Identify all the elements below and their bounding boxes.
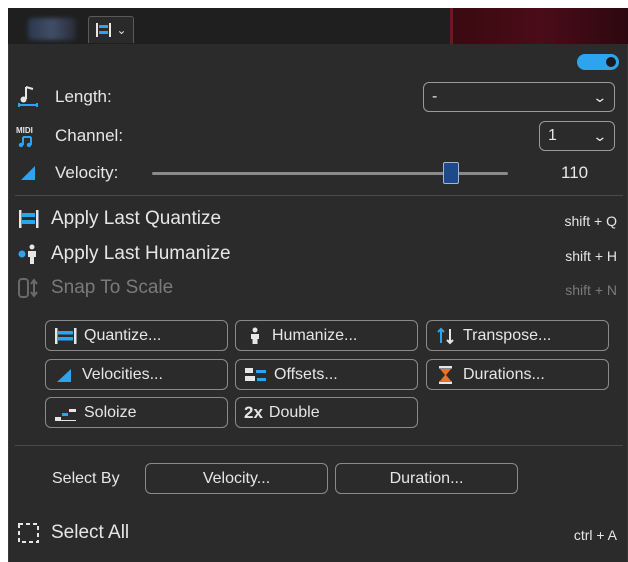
channel-select[interactable]: 1 ⌄ bbox=[539, 121, 615, 151]
command-label: Apply Last Humanize bbox=[51, 243, 231, 264]
button-label: Velocities... bbox=[82, 365, 163, 383]
velocity-slider-thumb[interactable] bbox=[443, 162, 460, 184]
chevron-down-icon: ⌄ bbox=[592, 127, 608, 144]
velocity-value: 110 bbox=[561, 163, 589, 182]
divider bbox=[15, 195, 623, 196]
quantize-button[interactable]: Quantize... bbox=[45, 320, 228, 351]
length-row: Length: bbox=[15, 84, 112, 110]
channel-row: MIDI Channel: bbox=[15, 123, 123, 149]
velocity-icon bbox=[15, 160, 41, 186]
button-label: Duration... bbox=[389, 469, 464, 487]
humanize-icon bbox=[251, 327, 259, 344]
durations-button[interactable]: Durations... bbox=[426, 359, 609, 390]
double-icon: 2x bbox=[244, 402, 263, 422]
button-label: Double bbox=[268, 403, 320, 421]
toolbar-blurred-icon bbox=[28, 18, 76, 40]
button-label: Humanize... bbox=[272, 326, 358, 344]
channel-value: 1 bbox=[548, 127, 557, 144]
command-label: Apply Last Quantize bbox=[51, 208, 222, 229]
velocity-label: Velocity: bbox=[55, 163, 119, 182]
background-region bbox=[450, 8, 628, 46]
divider bbox=[15, 445, 623, 446]
midi-edit-panel: Length: - ⌄ MIDI Channel: 1 ⌄ Velocity: … bbox=[8, 44, 628, 562]
snap-to-scale-item[interactable]: Snap To Scale bbox=[17, 277, 173, 299]
shortcut-text: ctrl + A bbox=[573, 527, 617, 543]
humanize-button[interactable]: Humanize... bbox=[235, 320, 418, 351]
offsets-button[interactable]: Offsets... bbox=[235, 359, 418, 390]
quantize-icon bbox=[96, 23, 112, 37]
offsets-icon bbox=[245, 367, 266, 381]
length-value: - bbox=[432, 88, 438, 105]
transpose-button[interactable]: Transpose... bbox=[426, 320, 609, 351]
select-by-duration-button[interactable]: Duration... bbox=[335, 463, 518, 494]
button-label: Velocity... bbox=[202, 469, 271, 487]
shortcut-text: shift + Q bbox=[564, 213, 617, 229]
transpose-icon bbox=[437, 327, 454, 344]
svg-text:MIDI: MIDI bbox=[16, 126, 33, 135]
velocity-row: Velocity: bbox=[15, 160, 118, 186]
apply-last-humanize-item[interactable]: Apply Last Humanize bbox=[17, 243, 231, 265]
select-by-label: Select By bbox=[52, 470, 120, 487]
quantize-icon bbox=[19, 210, 39, 228]
hourglass-icon bbox=[439, 365, 452, 384]
length-label: Length: bbox=[55, 87, 112, 106]
velocity-icon bbox=[57, 368, 71, 382]
button-label: Quantize... bbox=[84, 326, 162, 344]
button-label: Offsets... bbox=[274, 365, 338, 383]
button-label: Transpose... bbox=[463, 326, 552, 344]
select-all-label: Select All bbox=[51, 522, 130, 543]
enable-toggle[interactable] bbox=[577, 54, 619, 70]
soloize-button[interactable]: Soloize bbox=[45, 397, 228, 428]
double-button[interactable]: 2x Double bbox=[235, 397, 418, 428]
quantize-menu-button[interactable]: ⌄ bbox=[88, 16, 134, 43]
quantize-icon bbox=[55, 327, 77, 344]
soloize-icon bbox=[55, 408, 76, 421]
scale-icon bbox=[18, 278, 38, 298]
selection-marquee-icon bbox=[18, 523, 39, 543]
channel-label: Channel: bbox=[55, 126, 124, 145]
shortcut-text: shift + H bbox=[565, 248, 617, 264]
midi-icon: MIDI bbox=[15, 123, 41, 149]
apply-last-quantize-item[interactable]: Apply Last Quantize bbox=[17, 208, 221, 230]
chevron-down-icon: ⌄ bbox=[116, 23, 127, 37]
length-select[interactable]: - ⌄ bbox=[423, 82, 615, 112]
chevron-down-icon: ⌄ bbox=[592, 88, 608, 105]
button-label: Soloize bbox=[84, 403, 137, 421]
velocities-button[interactable]: Velocities... bbox=[45, 359, 228, 390]
select-all-item[interactable]: Select All bbox=[17, 522, 129, 544]
top-toolbar: ⌄ bbox=[8, 8, 628, 46]
humanize-icon bbox=[18, 244, 36, 264]
command-label: Snap To Scale bbox=[51, 277, 174, 298]
note-length-icon bbox=[15, 84, 41, 110]
select-by-velocity-button[interactable]: Velocity... bbox=[145, 463, 328, 494]
button-label: Durations... bbox=[463, 365, 545, 383]
shortcut-text: shift + N bbox=[565, 282, 617, 298]
